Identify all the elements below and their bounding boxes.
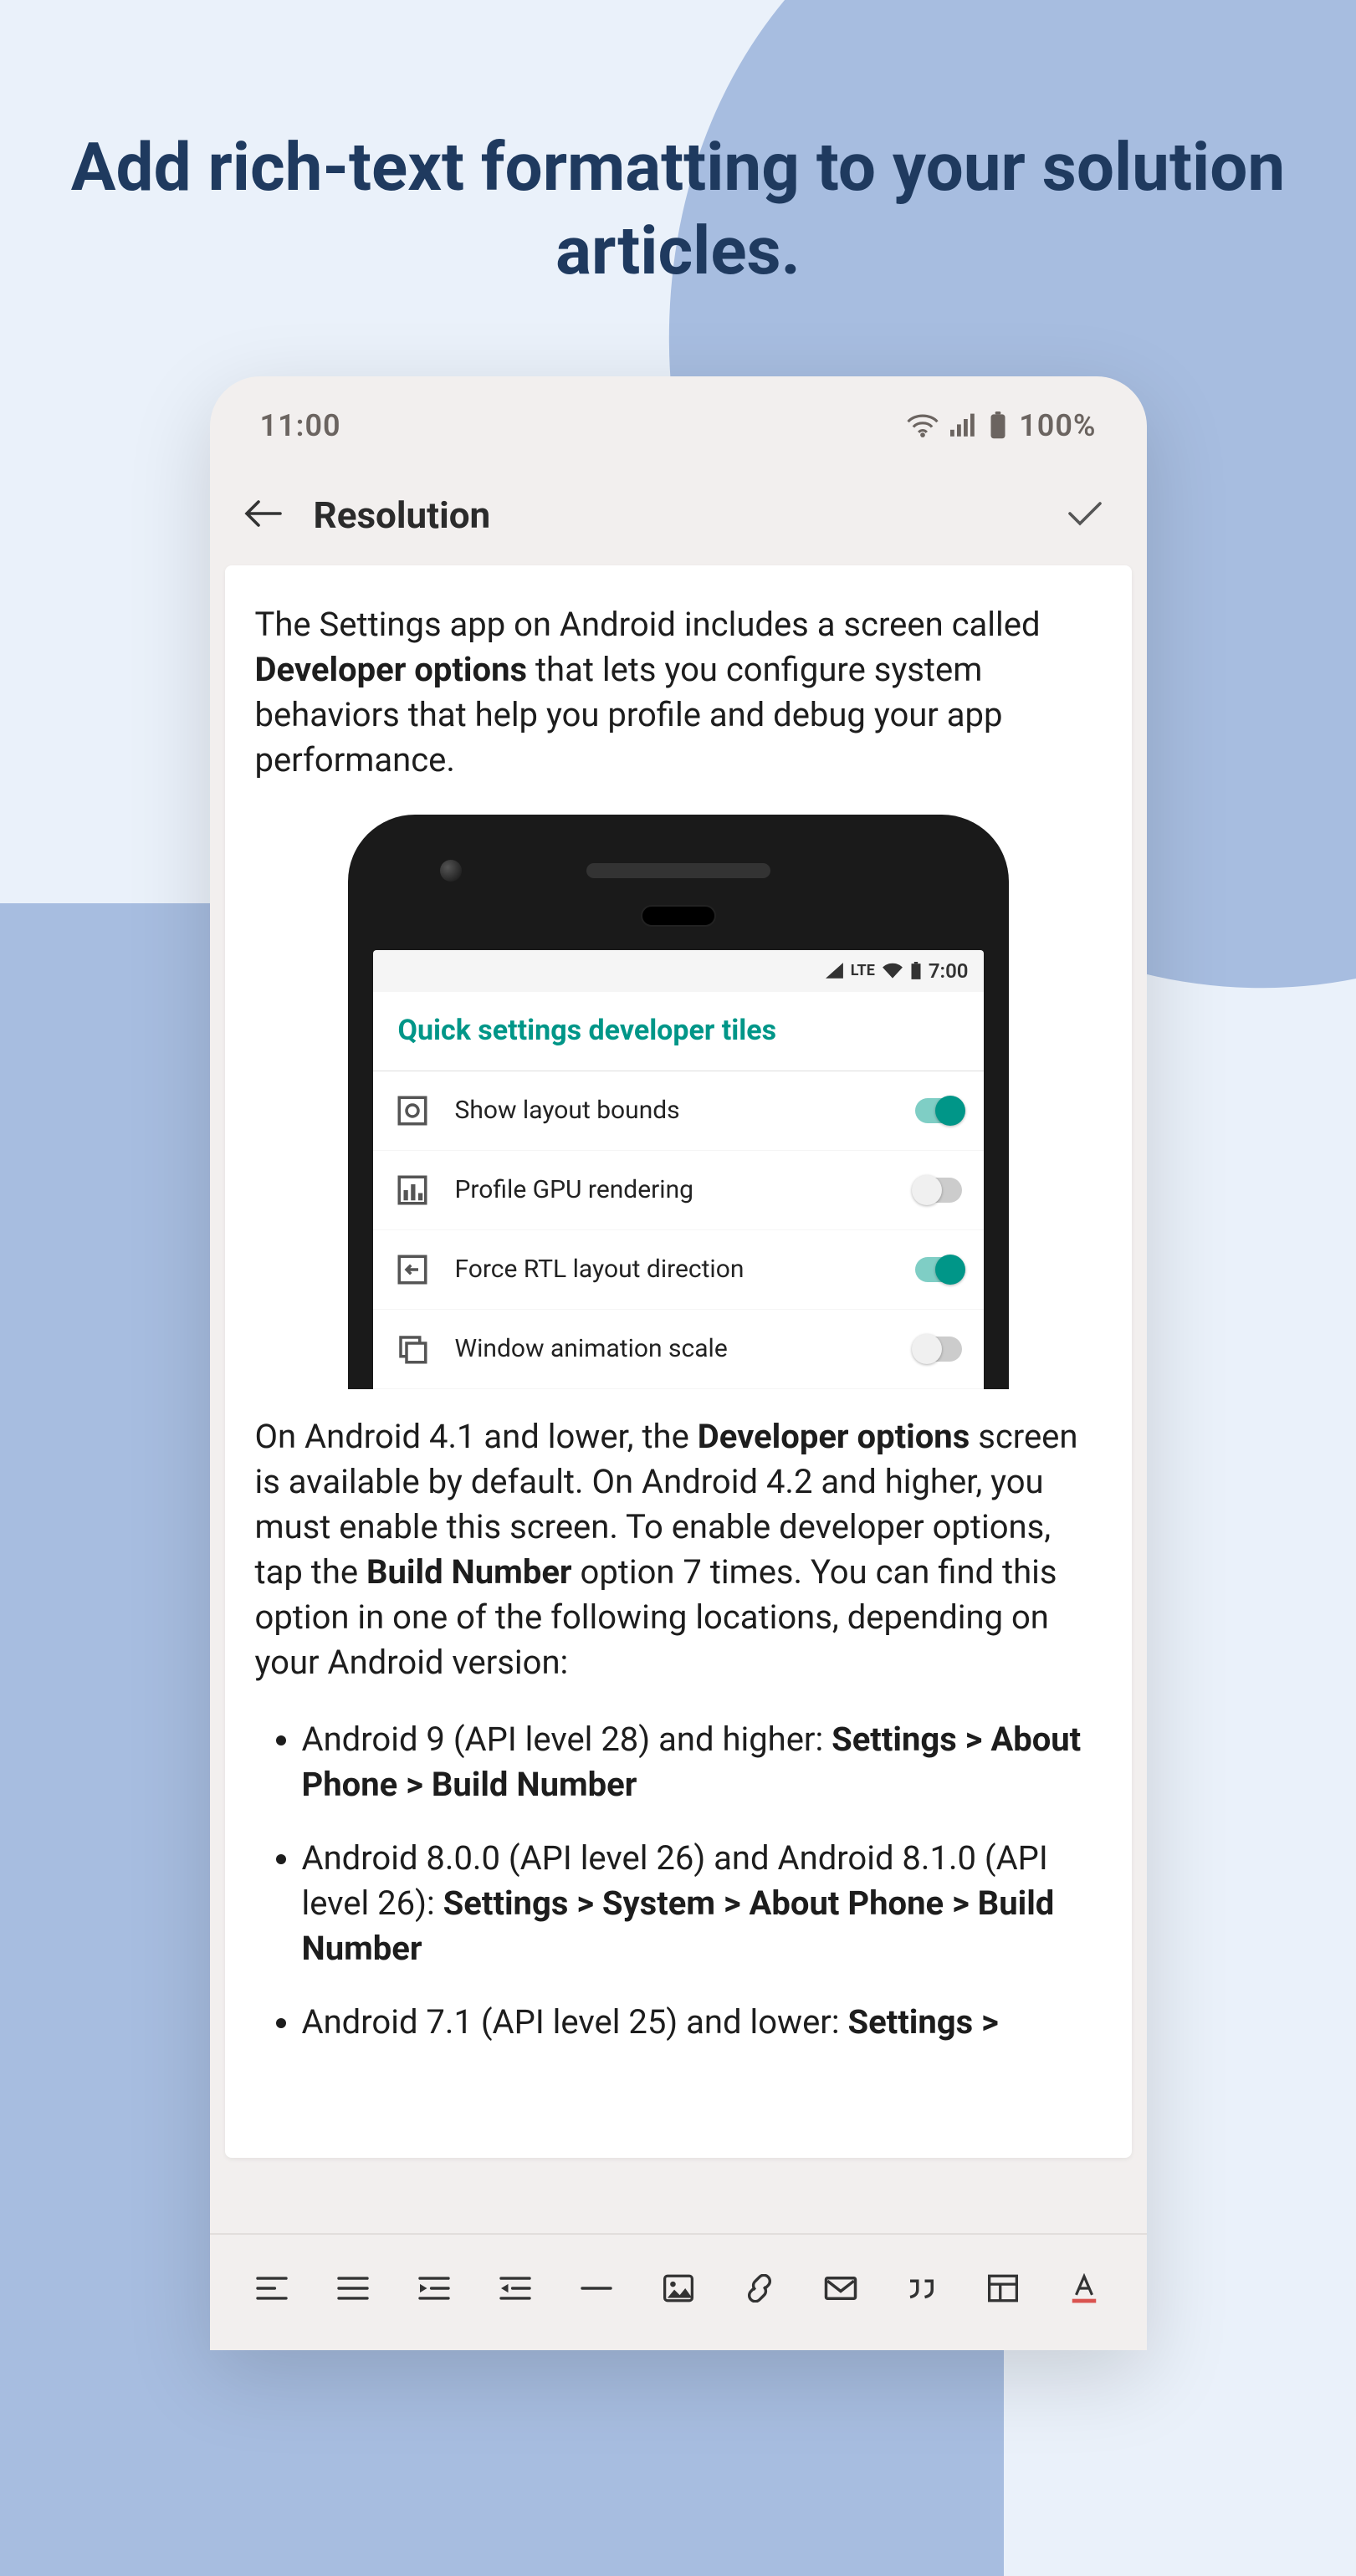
hr-button[interactable] [556,2263,637,2313]
list-item: Android 9 (API level 28) and higher: Set… [302,1717,1093,1807]
tile-toggle[interactable] [915,1337,962,1362]
indent-icon [417,2274,452,2303]
outdent-icon [498,2274,533,2303]
embedded-status-bar: LTE 7:00 [373,950,984,992]
wifi-icon [882,963,903,979]
table-icon [986,2273,1020,2303]
editor-toolbar [210,2233,1147,2350]
wifi-icon [907,413,939,438]
confirm-button[interactable] [1065,498,1105,532]
lte-label: LTE [851,961,875,981]
align-left-icon [254,2274,289,2303]
status-right: 100% [907,408,1096,443]
hr-icon [579,2274,614,2303]
header-title: Resolution [314,493,491,537]
text-color-button[interactable] [1043,2263,1124,2313]
tile-icon [395,1093,430,1128]
signal-icon [950,413,977,438]
align-left-button[interactable] [232,2263,313,2313]
status-bar: 11:00 100% [210,376,1147,465]
embedded-title: Quick settings developer tiles [373,992,984,1071]
outdent-button[interactable] [475,2263,556,2313]
article-content[interactable]: The Settings app on Android includes a s… [225,565,1132,2158]
embedded-screen: LTE 7:00 Quick settings developer tiles … [373,950,984,1389]
tile-icon [395,1331,430,1367]
bullet-list: Android 9 (API level 28) and higher: Set… [255,1692,1102,2045]
embedded-time: 7:00 [929,958,969,984]
phone-speaker-icon [586,863,770,878]
tile-row: Window animation scale [373,1310,984,1389]
tile-label: Profile GPU rendering [455,1173,890,1208]
align-justify-icon [335,2274,371,2303]
phone-device: 11:00 100% Resolution The Settings app o… [210,376,1147,2350]
tile-label: Window animation scale [455,1332,890,1367]
back-button[interactable] [243,498,284,532]
tile-toggle[interactable] [915,1098,962,1123]
signal-icon [826,963,844,979]
battery-percent: 100% [1019,408,1096,443]
image-button[interactable] [637,2263,719,2313]
tile-icon [395,1252,430,1287]
email-icon [823,2275,858,2302]
table-button[interactable] [962,2263,1043,2313]
align-justify-button[interactable] [313,2263,394,2313]
tile-row: Profile GPU rendering [373,1151,984,1230]
embedded-phone-image: LTE 7:00 Quick settings developer tiles … [348,815,1009,1389]
battery-icon [989,411,1007,440]
arrow-left-icon [243,498,284,529]
tile-toggle[interactable] [915,1178,962,1203]
paragraph-1: The Settings app on Android includes a s… [255,602,1102,783]
quote-icon [904,2275,939,2302]
indent-button[interactable] [394,2263,475,2313]
tile-label: Show layout bounds [455,1094,890,1128]
tile-icon [395,1173,430,1208]
image-icon [662,2273,695,2303]
list-item: Android 8.0.0 (API level 26) and Android… [302,1836,1093,1971]
tile-label: Force RTL layout direction [455,1253,890,1287]
battery-icon [910,962,922,980]
link-icon [742,2274,777,2303]
phone-camera-icon [440,860,462,882]
page-heading: Add rich-text formatting to your solutio… [0,0,1356,343]
header-bar: Resolution [210,465,1147,565]
status-time: 11:00 [260,408,341,443]
list-item: Android 7.1 (API level 25) and lower: Se… [302,2000,1093,2045]
check-icon [1065,498,1105,529]
tile-toggle[interactable] [915,1257,962,1282]
link-button[interactable] [719,2263,800,2313]
text-color-icon [1068,2273,1100,2303]
tile-row: Show layout bounds [373,1071,984,1151]
quote-button[interactable] [881,2263,962,2313]
tile-row: Force RTL layout direction [373,1230,984,1310]
paragraph-2: On Android 4.1 and lower, the Developer … [255,1414,1102,1685]
phone-home-icon [641,905,716,927]
email-button[interactable] [800,2263,881,2313]
